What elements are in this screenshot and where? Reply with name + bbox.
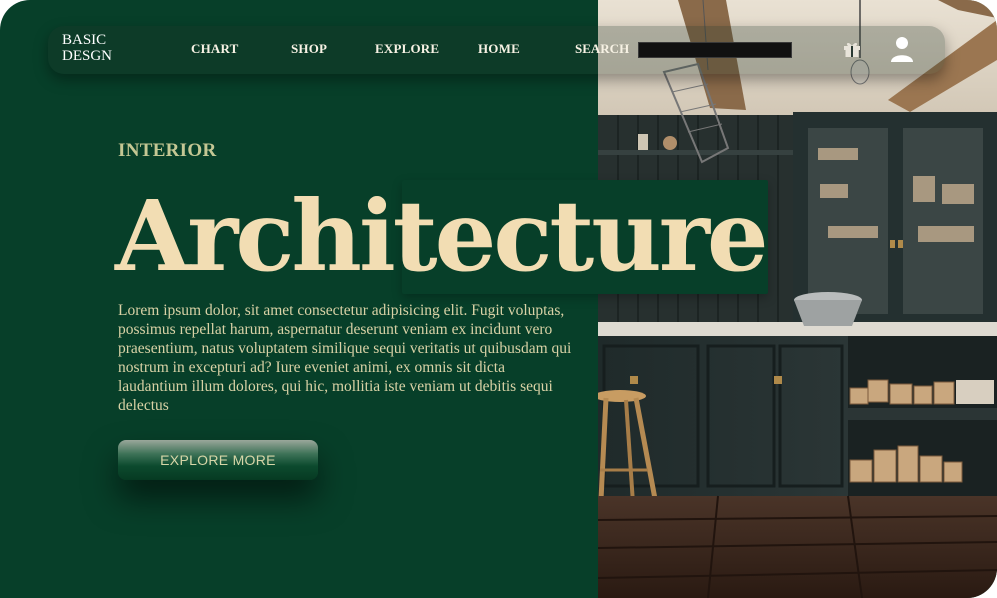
- nav-link-shop[interactable]: SHOP: [291, 41, 327, 57]
- nav-link-explore[interactable]: EXPLORE: [375, 41, 439, 57]
- hero-eyebrow: INTERIOR: [118, 140, 217, 161]
- kitchen-photo: [598, 0, 997, 598]
- nav-link-home[interactable]: HOME: [478, 41, 520, 57]
- explore-more-button[interactable]: EXPLORE MORE: [118, 440, 318, 480]
- search-label: SEARCH: [575, 41, 630, 56]
- nav-link-chart[interactable]: CHART: [191, 41, 239, 57]
- search-input[interactable]: [638, 42, 792, 58]
- landing-page: BASIC DESGN CHART SHOP EXPLORE HOME SEAR…: [0, 0, 997, 598]
- top-navbar: BASIC DESGN CHART SHOP EXPLORE HOME SEAR…: [48, 26, 945, 74]
- hero-description: Lorem ipsum dolor, sit amet consectetur …: [118, 302, 572, 414]
- brand-line-1: BASIC: [62, 32, 107, 48]
- user-icon[interactable]: [890, 36, 914, 62]
- brand-logo[interactable]: BASIC DESGN: [62, 32, 132, 64]
- hero-title: Architecture: [115, 179, 769, 293]
- brand-line-2: DESGN: [62, 48, 113, 64]
- gift-icon[interactable]: [843, 40, 861, 58]
